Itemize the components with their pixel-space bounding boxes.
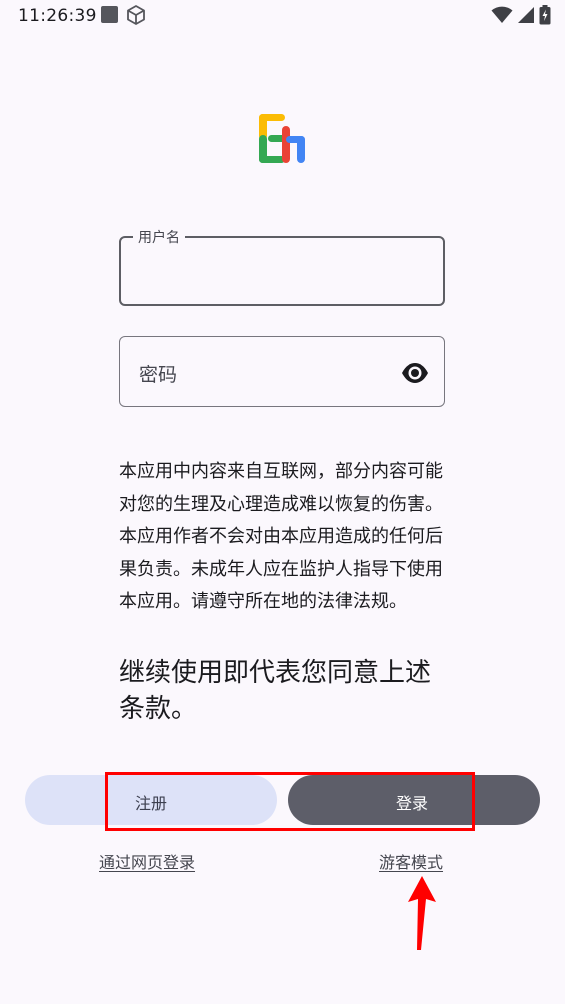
battery-charging-icon — [539, 5, 551, 25]
register-button[interactable]: 注册 — [25, 775, 277, 825]
web-login-link[interactable]: 通过网页登录 — [99, 849, 195, 873]
signal-icon — [518, 7, 534, 23]
stop-square-icon — [101, 6, 118, 23]
username-label: 用户名 — [133, 227, 185, 247]
username-field[interactable]: 用户名 — [119, 227, 445, 306]
password-field[interactable]: 密码 — [119, 336, 445, 407]
login-button[interactable]: 登录 — [288, 775, 540, 825]
annotation-arrow-icon — [408, 876, 436, 950]
disclaimer-text: 本应用中内容来自互联网，部分内容可能对您的生理及心理造成难以恢复的伤害。本应用作… — [119, 461, 443, 612]
guest-mode-link[interactable]: 游客模式 — [379, 849, 443, 873]
status-bar: 11:26:39 — [0, 0, 565, 34]
password-placeholder: 密码 — [139, 364, 178, 386]
status-right-icons — [491, 5, 551, 25]
eh-logo-icon — [259, 114, 305, 163]
status-time: 11:26:39 — [18, 6, 97, 26]
cube-icon — [127, 5, 145, 25]
agreement-text: 继续使用即代表您同意上述条款。 — [119, 658, 432, 724]
eye-icon[interactable] — [400, 358, 430, 388]
register-button-label: 注册 — [135, 794, 168, 813]
wifi-icon — [491, 6, 513, 23]
login-button-label: 登录 — [396, 794, 429, 813]
